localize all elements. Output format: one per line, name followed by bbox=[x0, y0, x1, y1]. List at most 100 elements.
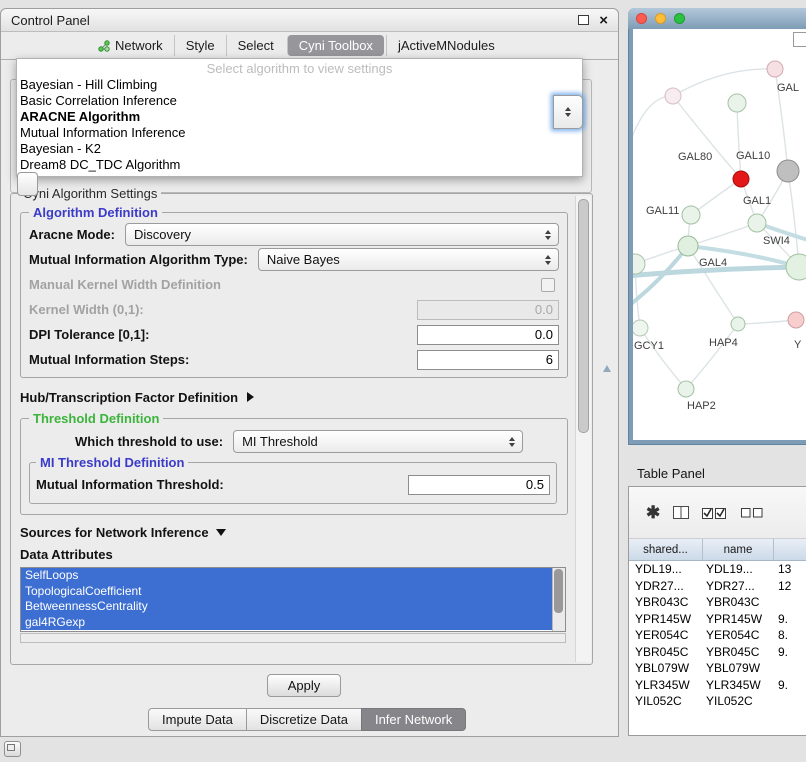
table-row[interactable]: YER054CYER054C8. bbox=[629, 627, 806, 644]
tab-discretize-data[interactable]: Discretize Data bbox=[246, 708, 362, 731]
network-node[interactable] bbox=[786, 254, 806, 280]
kernel-width-input[interactable] bbox=[417, 300, 559, 320]
table-cell: YER054C bbox=[629, 627, 702, 644]
mi-algorithm-type-select[interactable]: Naive Bayes bbox=[258, 248, 559, 271]
cyni-settings-panel: Cyni Algorithm Settings Algorithm Defini… bbox=[10, 193, 593, 665]
table-cell: YIL052C bbox=[629, 693, 702, 710]
network-node[interactable] bbox=[731, 317, 745, 331]
minimize-traffic-light[interactable] bbox=[655, 13, 666, 24]
network-node[interactable] bbox=[728, 94, 746, 112]
network-node[interactable] bbox=[748, 214, 766, 232]
dock-panel-icon[interactable] bbox=[4, 741, 21, 757]
column-header-shared[interactable]: shared... bbox=[629, 539, 703, 560]
table-row[interactable]: YIL052CYIL052C bbox=[629, 693, 806, 710]
network-node[interactable] bbox=[682, 206, 700, 224]
apply-button[interactable]: Apply bbox=[267, 674, 341, 697]
table-row[interactable]: YBR045CYBR045C9. bbox=[629, 644, 806, 661]
algorithm-select-fragment[interactable] bbox=[553, 95, 583, 129]
network-window-titlebar[interactable] bbox=[628, 8, 806, 29]
birdseye-button[interactable] bbox=[793, 32, 806, 47]
settings-legend: Cyni Algorithm Settings bbox=[19, 186, 161, 201]
select-all-checkboxes-icon[interactable] bbox=[702, 507, 728, 519]
network-node[interactable] bbox=[733, 171, 749, 187]
hub-section-toggle[interactable]: Hub/Transcription Factor Definition bbox=[20, 386, 568, 408]
attribute-item[interactable]: BetweennessCentrality bbox=[21, 599, 553, 615]
attribute-item[interactable]: TopologicalCoefficient bbox=[21, 584, 553, 600]
tab-impute-data[interactable]: Impute Data bbox=[148, 708, 247, 731]
table-cell: YBR045C bbox=[629, 644, 702, 661]
attribute-item[interactable]: gal4RGexp bbox=[21, 615, 553, 631]
group-legend: Algorithm Definition bbox=[29, 205, 162, 220]
gear-icon[interactable]: ✱ bbox=[646, 504, 660, 521]
network-node[interactable] bbox=[665, 88, 681, 104]
table-body: YDL19...YDL19...13YDR27...YDR27...12YBR0… bbox=[629, 561, 806, 710]
scrollbar-thumb[interactable] bbox=[578, 199, 589, 433]
network-edge[interactable] bbox=[737, 103, 741, 179]
sources-section-toggle[interactable]: Sources for Network Inference bbox=[20, 523, 568, 542]
manual-kernel-checkbox[interactable] bbox=[541, 278, 555, 292]
network-edge[interactable] bbox=[640, 328, 686, 389]
table-cell: YIL052C bbox=[702, 693, 772, 710]
zoom-traffic-light[interactable] bbox=[674, 13, 685, 24]
table-row[interactable]: YDR27...YDR27...12 bbox=[629, 578, 806, 595]
table-row[interactable]: YDL19...YDL19...13 bbox=[629, 561, 806, 578]
algorithm-option[interactable]: Dream8 DC_TDC Algorithm bbox=[17, 157, 582, 173]
table-row[interactable]: YLR345WYLR345W9. bbox=[629, 677, 806, 694]
network-node[interactable] bbox=[633, 320, 648, 336]
attribute-item[interactable]: SelfLoops bbox=[21, 568, 553, 584]
scrollbar-thumb[interactable] bbox=[554, 569, 563, 613]
network-node[interactable] bbox=[633, 254, 645, 274]
table-row[interactable]: YBR043CYBR043C bbox=[629, 594, 806, 611]
network-node[interactable] bbox=[678, 381, 694, 397]
splitter-arrow-icon[interactable] bbox=[603, 365, 611, 372]
close-traffic-light[interactable] bbox=[636, 13, 647, 24]
aracne-mode-select[interactable]: Discovery bbox=[125, 223, 559, 246]
tab-style[interactable]: Style bbox=[174, 35, 226, 56]
close-icon[interactable]: × bbox=[599, 13, 608, 28]
network-node[interactable] bbox=[777, 160, 799, 182]
tab-infer-network[interactable]: Infer Network bbox=[361, 708, 466, 731]
network-edge[interactable] bbox=[688, 223, 757, 246]
combo-arrows-icon bbox=[545, 230, 558, 240]
algorithm-option[interactable]: Bayesian - Hill Climbing bbox=[17, 77, 582, 93]
network-edge[interactable] bbox=[738, 320, 796, 324]
tab-network[interactable]: Network bbox=[87, 35, 174, 56]
network-node[interactable] bbox=[767, 61, 783, 77]
network-edge[interactable] bbox=[686, 324, 738, 389]
threshold-type-select[interactable]: MI Threshold bbox=[233, 430, 523, 453]
table-row[interactable]: YBL079WYBL079W bbox=[629, 660, 806, 677]
float-window-icon[interactable] bbox=[578, 15, 589, 25]
mi-steps-input[interactable] bbox=[417, 350, 559, 370]
control-panel-titlebar[interactable]: Control Panel × bbox=[1, 9, 618, 32]
tab-select[interactable]: Select bbox=[226, 35, 285, 56]
algorithm-option-selected[interactable]: ARACNE Algorithm bbox=[17, 109, 582, 125]
columns-icon[interactable] bbox=[673, 506, 689, 519]
table-cell: YBR043C bbox=[702, 594, 772, 611]
attributes-hscrollbar[interactable] bbox=[20, 633, 566, 643]
network-edge[interactable] bbox=[788, 171, 799, 267]
network-edge[interactable] bbox=[633, 96, 673, 151]
column-header-extra[interactable] bbox=[774, 539, 806, 560]
table-cell: YLR345W bbox=[629, 677, 702, 694]
algorithm-option[interactable]: Bayesian - K2 bbox=[17, 141, 582, 157]
column-header-name[interactable]: name bbox=[703, 539, 774, 560]
table-row[interactable]: YPR145WYPR145W9. bbox=[629, 611, 806, 628]
settings-scrollbar[interactable] bbox=[575, 196, 591, 662]
table-toolbar: ✱ bbox=[629, 487, 806, 539]
network-node[interactable] bbox=[788, 312, 804, 328]
mi-threshold-input[interactable] bbox=[408, 475, 550, 495]
combo-value: MI Threshold bbox=[242, 434, 318, 449]
algorithm-option[interactable]: Mutual Information Inference bbox=[17, 125, 582, 141]
tab-cyni-toolbox[interactable]: Cyni Toolbox bbox=[287, 35, 384, 56]
network-canvas[interactable]: GALGAL80GAL10GAL11GAL1SWI4GAL4GCY1HAP4HA… bbox=[633, 29, 806, 440]
network-edge[interactable] bbox=[673, 69, 775, 96]
tab-jactivemodules[interactable]: jActiveMNodules bbox=[386, 35, 506, 56]
node-label: GCY1 bbox=[634, 340, 664, 352]
network-node[interactable] bbox=[678, 236, 698, 256]
attributes-scrollbar[interactable] bbox=[552, 568, 565, 631]
deselect-all-checkboxes-icon[interactable] bbox=[741, 508, 763, 518]
algorithm-option[interactable]: Basic Correlation Inference bbox=[17, 93, 582, 109]
control-panel-tabs: Network Style Select Cyni Toolbox jActiv… bbox=[1, 32, 618, 60]
table-cell: 9. bbox=[772, 644, 806, 661]
dpi-tolerance-input[interactable] bbox=[417, 325, 559, 345]
